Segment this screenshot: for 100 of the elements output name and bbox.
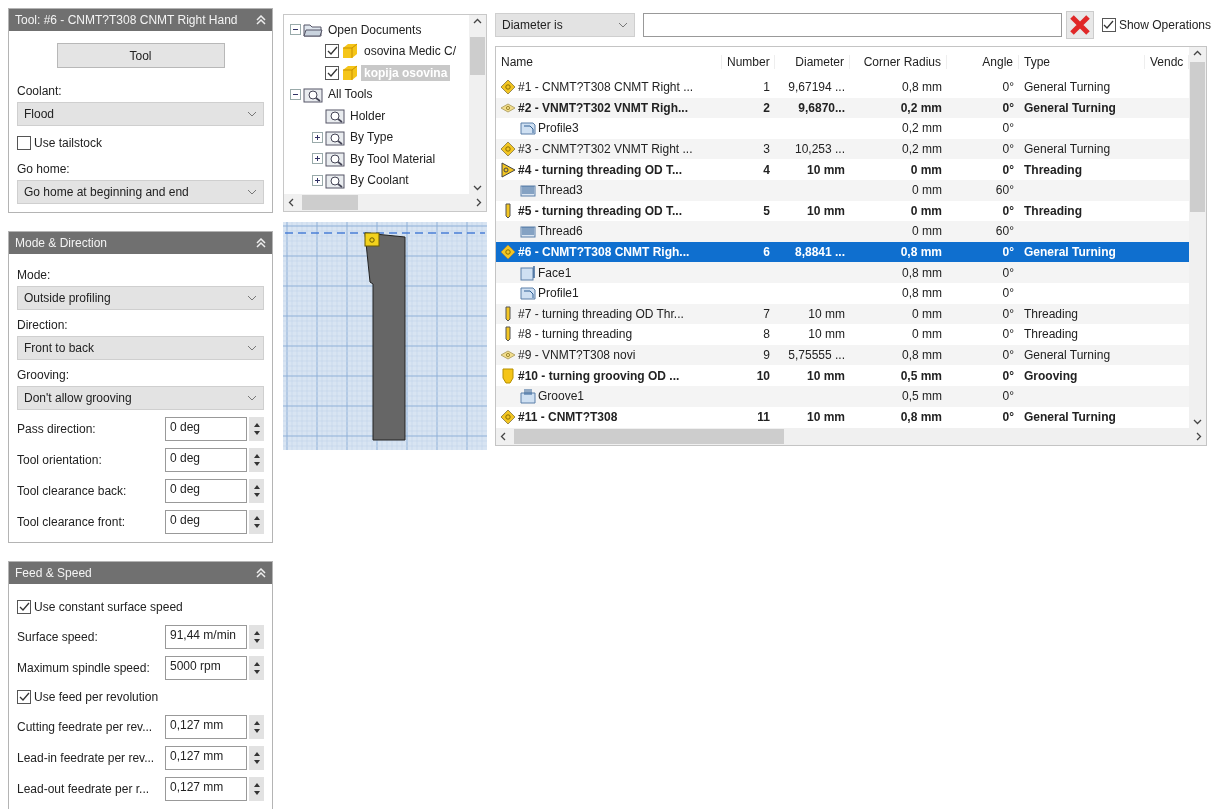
checkbox[interactable] <box>1101 18 1116 32</box>
dropdown[interactable]: Go home at beginning and end <box>17 180 264 204</box>
checkbox[interactable] <box>17 690 31 704</box>
number-field[interactable]: 0,127 mm <box>165 777 247 801</box>
checkbox[interactable] <box>17 136 31 150</box>
table-cell-text: General Turning <box>1023 245 1117 260</box>
scrollbar-thumb[interactable] <box>302 195 358 210</box>
scrollbar-thumb[interactable] <box>514 429 784 444</box>
clear-filter-button[interactable] <box>1065 11 1094 39</box>
spin-button[interactable] <box>249 417 264 441</box>
table-cell-text: 0° <box>1001 142 1015 157</box>
scrollbar-thumb[interactable] <box>470 36 485 75</box>
up-down-arrows-icon <box>252 719 261 735</box>
diamond-insert-icon <box>500 408 516 425</box>
scroll-up-icon[interactable] <box>1193 49 1202 58</box>
table-cell-text: 9 <box>762 348 771 362</box>
tree-item[interactable]: All Tools <box>325 86 376 103</box>
expand-icon[interactable] <box>312 153 323 165</box>
dropdown[interactable]: Flood <box>17 102 264 126</box>
dropdown[interactable]: Don't allow grooving <box>17 386 264 410</box>
collapse-icon[interactable] <box>290 88 301 100</box>
filter-field[interactable] <box>643 13 1062 37</box>
checkbox[interactable] <box>325 44 339 59</box>
tree-item[interactable]: By Coolant <box>347 172 412 189</box>
number-field[interactable]: 5000 rpm <box>165 656 247 680</box>
table-cell: Face1 <box>538 265 572 280</box>
table-row[interactable]: Groove1 0,5 mm 0° <box>496 385 1189 407</box>
scroll-left-icon[interactable] <box>287 198 296 207</box>
chevron-down-icon <box>247 111 257 117</box>
table-cell: #6 - CNMT?T308 CNMT Righ... <box>518 245 690 260</box>
table-cell-text: 9,67194 ... <box>787 80 846 95</box>
scroll-up-icon[interactable] <box>473 17 482 26</box>
number-field[interactable]: 91,44 m/min <box>165 625 247 649</box>
filter-dropdown[interactable]: Diameter is <box>495 13 635 37</box>
vertical-scrollbar[interactable] <box>1189 47 1206 428</box>
number-field[interactable]: 0 deg <box>165 479 247 503</box>
scroll-down-icon[interactable] <box>473 183 482 192</box>
number-field[interactable]: 0 deg <box>165 448 247 472</box>
checkbox-label: Use constant surface speed <box>34 600 183 614</box>
scroll-left-icon[interactable] <box>499 432 508 441</box>
column-header[interactable]: Corner Radius <box>850 55 947 69</box>
table-cell: Profile3 <box>538 121 579 136</box>
number-field[interactable]: 0,127 mm <box>165 715 247 739</box>
tree-item[interactable]: osovina Medic C/ <box>361 43 460 60</box>
dropdown[interactable]: Front to back <box>17 336 264 360</box>
spin-button[interactable] <box>249 448 264 472</box>
column-header[interactable]: Name <box>496 55 722 69</box>
table-cell-text: 0 mm <box>909 203 943 218</box>
table-row[interactable]: #9 - VNMT?T308 novi 9 5,75555 ... 0,8 mm 0° General Turning <box>496 344 1189 366</box>
spin-button[interactable] <box>249 656 264 680</box>
table-cell-text: 0 mm <box>909 162 943 177</box>
table-row[interactable]: #6 - CNMT?T308 CNMT Righ... 6 8,8841 ... 0,8 mm 0° General Turning <box>496 241 1189 263</box>
table-cell-text: 0,8 mm <box>901 286 943 301</box>
table-cell-text: 10 mm <box>807 306 846 321</box>
spin-button[interactable] <box>249 510 264 534</box>
tool-button[interactable]: Tool <box>56 43 225 68</box>
checkbox[interactable] <box>325 65 339 80</box>
table-cell-text: 0° <box>1001 327 1015 342</box>
scroll-right-icon[interactable] <box>474 198 483 207</box>
expand-icon[interactable] <box>312 131 323 143</box>
table-cell-text: 10 <box>755 368 771 383</box>
spin-button[interactable] <box>249 746 264 770</box>
expand-icon[interactable] <box>312 174 323 186</box>
tree-item[interactable]: Holder <box>347 107 389 124</box>
horizontal-scrollbar[interactable] <box>496 428 1206 445</box>
spin-button[interactable] <box>249 479 264 503</box>
table-row[interactable]: Face1 0,8 mm 0° <box>496 262 1189 283</box>
number-field[interactable]: 0 deg <box>165 417 247 441</box>
column-header[interactable]: Diameter <box>775 55 850 69</box>
table-row[interactable]: #2 - VNMT?T302 VNMT Righ... 2 9,6870... 0,2 mm 0° General Turning <box>496 97 1189 119</box>
tree-item[interactable]: By Tool Material <box>347 150 439 167</box>
table-cell-text: 7 <box>762 306 771 321</box>
number-field[interactable]: 0 deg <box>165 510 247 534</box>
tree-item[interactable]: By Type <box>347 129 397 146</box>
table-row[interactable]: Thread6 0 mm 60° <box>496 221 1189 242</box>
face-operation-icon <box>520 264 536 281</box>
column-header[interactable]: Type <box>1019 55 1145 69</box>
spin-button[interactable] <box>249 777 264 801</box>
scroll-down-icon[interactable] <box>1193 417 1202 426</box>
column-header[interactable]: Number <box>722 55 775 69</box>
spin-button[interactable] <box>249 625 264 649</box>
tree-item[interactable]: Open Documents <box>325 21 425 38</box>
checkbox[interactable] <box>17 600 31 614</box>
table-row[interactable]: #3 - CNMT?T302 VNMT Right ... 3 10,253 ... 0,2 mm 0° General Turning <box>496 138 1189 160</box>
column-header[interactable]: Angle <box>947 55 1019 69</box>
table-row[interactable]: Thread3 0 mm 60° <box>496 179 1189 201</box>
table-cell-text: 10 mm <box>805 368 846 383</box>
number-field[interactable]: 0,127 mm <box>165 746 247 770</box>
table-cell-text: 1 <box>762 80 771 95</box>
collapse-icon[interactable] <box>290 24 301 36</box>
table-row[interactable]: #7 - turning threading OD Thr... 7 10 mm 0 mm 0° Threading <box>496 303 1189 325</box>
dropdown[interactable]: Outside profiling <box>17 286 264 310</box>
scrollbar-thumb[interactable] <box>1190 62 1205 212</box>
table-cell-text: 60° <box>994 224 1015 239</box>
vertical-scrollbar[interactable] <box>469 15 486 194</box>
table-cell-text: Threading <box>1023 162 1083 177</box>
horizontal-scrollbar[interactable] <box>284 194 486 211</box>
spin-button[interactable] <box>249 715 264 739</box>
scroll-right-icon[interactable] <box>1194 432 1203 441</box>
diamond-insert-icon <box>500 79 516 96</box>
